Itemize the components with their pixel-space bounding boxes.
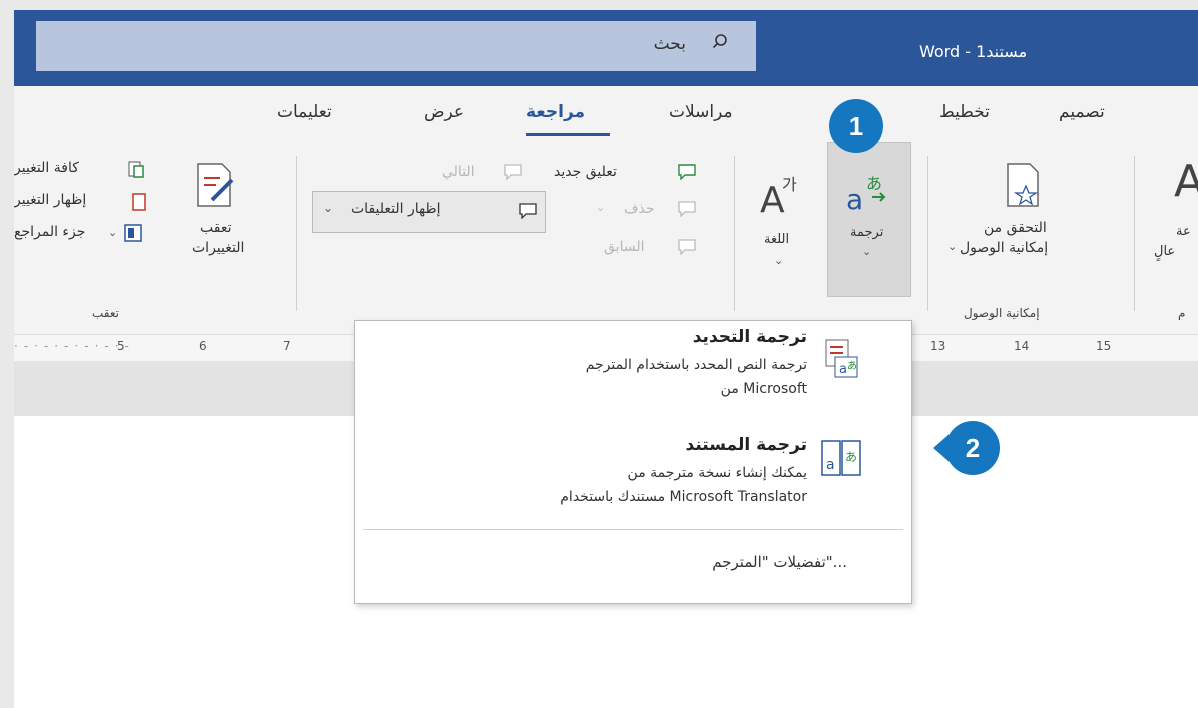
- previous-comment-icon: [678, 239, 696, 255]
- translate-dropdown-menu: a あ ترجمة التحديد ترجمة النص المحدد باست…: [354, 320, 912, 604]
- translate-button[interactable]: a あ ترجمة ⌄: [827, 142, 911, 297]
- translate-document-desc-1: يمكنك إنشاء نسخة مترجمة من: [627, 465, 807, 481]
- ruler-number: 15: [1096, 339, 1112, 353]
- callout-number: 1: [848, 111, 864, 141]
- svg-text:あ: あ: [866, 174, 882, 193]
- track-changes-label-1[interactable]: تعقب: [200, 220, 231, 236]
- group-separator: [927, 156, 928, 311]
- delete-comment-label[interactable]: حذف: [624, 201, 655, 217]
- translate-document-icon: a あ: [821, 440, 861, 476]
- translate-selection-desc-1: ترجمة النص المحدد باستخدام المترجم: [585, 357, 807, 373]
- translator-preferences-item[interactable]: تفضيلات "المترجم"...: [355, 533, 911, 593]
- next-comment-icon: [504, 164, 522, 180]
- word-window: بحث Word - 1مستند تعليمات عرض مراجعة مرا…: [14, 10, 1198, 708]
- ribbon-tabs: تعليمات عرض مراجعة مراسلات تخطيط تصميم: [14, 86, 1198, 146]
- edge-label-2: عالٍ: [1154, 244, 1176, 259]
- svg-text:a: a: [826, 457, 835, 473]
- track-changes-label-2[interactable]: التغييرات: [192, 240, 244, 256]
- accept-all-label[interactable]: كافة التغيير: [14, 160, 79, 176]
- ruler-number: 5: [117, 339, 125, 353]
- callout-step-1: 1: [829, 99, 883, 153]
- tab-design[interactable]: تصميم: [1059, 102, 1105, 122]
- show-markup-icon: [132, 193, 146, 211]
- ruler-number: 13: [930, 339, 946, 353]
- language-label: اللغة: [764, 232, 790, 247]
- comment-icon: [519, 203, 537, 219]
- svg-text:가: 가: [782, 175, 797, 194]
- new-comment-icon: [678, 164, 696, 180]
- active-tab-indicator: [526, 133, 610, 136]
- svg-text:あ: あ: [845, 450, 857, 464]
- callout-number: 2: [965, 433, 981, 463]
- insights-icon: A: [1174, 156, 1198, 207]
- chevron-down-icon: ⌄: [862, 245, 872, 258]
- ruler-number: 7: [283, 339, 291, 353]
- translate-document-title: ترجمة المستند: [685, 435, 807, 455]
- translate-selection-desc-2: من Microsoft: [720, 381, 807, 397]
- group-separator: [296, 156, 297, 311]
- translate-document-desc-2: مستندك باستخدام Microsoft Translator: [560, 489, 807, 505]
- tab-layout[interactable]: تخطيط: [939, 102, 990, 122]
- check-accessibility-label-2[interactable]: إمكانية الوصول: [960, 240, 1048, 256]
- callout-step-2: 2: [946, 421, 1000, 475]
- ruler-number: 6: [199, 339, 207, 353]
- accessibility-check-icon: [1007, 163, 1039, 207]
- svg-text:a: a: [839, 362, 847, 377]
- chevron-down-icon[interactable]: ⌄: [948, 240, 957, 253]
- search-box[interactable]: بحث: [36, 21, 756, 71]
- delete-comment-icon: [678, 201, 696, 217]
- translate-selection-title: ترجمة التحديد: [692, 327, 807, 347]
- search-label: بحث: [653, 34, 686, 54]
- language-button[interactable]: A 가 اللغة ⌄: [752, 156, 812, 286]
- svg-text:あ: あ: [847, 360, 857, 372]
- show-comments-label: إظهار التعليقات: [351, 201, 441, 217]
- title-bar: بحث Word - 1مستند: [14, 10, 1198, 86]
- new-comment-label[interactable]: تعليق جديد: [554, 164, 617, 180]
- delete-dropdown-icon[interactable]: ⌄: [596, 201, 605, 214]
- edge-group-label: م: [1178, 306, 1186, 320]
- next-comment-label[interactable]: التالي: [442, 164, 475, 180]
- review-pane-label[interactable]: جزء المراجع: [14, 224, 85, 240]
- translate-selection-icon: a あ: [825, 339, 858, 378]
- accessibility-group-label: إمكانية الوصول: [964, 306, 1040, 320]
- review-pane-icon: [124, 224, 142, 242]
- track-changes-icon: [197, 163, 234, 207]
- ruler-number: 14: [1014, 339, 1030, 353]
- menu-separator: [363, 529, 903, 530]
- edge-label-1: عة: [1176, 224, 1191, 239]
- search-icon: [712, 34, 727, 49]
- group-separator: [734, 156, 735, 311]
- previous-comment-label[interactable]: السابق: [604, 239, 644, 255]
- translate-label: ترجمة: [850, 225, 884, 240]
- group-separator: [1134, 156, 1135, 311]
- translator-preferences-label: تفضيلات "المترجم"...: [712, 553, 847, 571]
- chevron-down-icon: ⌄: [323, 201, 334, 215]
- translate-selection-item[interactable]: a あ ترجمة التحديد ترجمة النص المحدد باست…: [355, 321, 911, 423]
- tracking-group-label: تعقب: [92, 306, 119, 320]
- language-icon: A 가: [760, 175, 797, 216]
- accept-all-icon: [128, 161, 144, 178]
- check-accessibility-label-1[interactable]: التحقق من: [984, 220, 1047, 236]
- tab-mailings[interactable]: مراسلات: [669, 102, 733, 122]
- translate-icon: a あ: [846, 174, 886, 213]
- tab-review[interactable]: مراجعة: [526, 102, 585, 122]
- show-changes-label[interactable]: إظهار التغيير: [14, 192, 86, 208]
- chevron-down-icon: ⌄: [774, 254, 784, 267]
- svg-text:a: a: [846, 183, 863, 213]
- review-pane-dropdown-icon[interactable]: ⌄: [108, 226, 117, 239]
- show-comments-dropdown[interactable]: ⌄ إظهار التعليقات: [312, 191, 546, 233]
- document-title: Word - 1مستند: [919, 42, 1028, 61]
- ribbon-body: كافة التغيير إظهار التغيير جزء المراجع ⌄…: [14, 146, 1198, 334]
- tab-view[interactable]: عرض: [424, 102, 464, 122]
- tab-help[interactable]: تعليمات: [277, 102, 332, 122]
- translate-document-item[interactable]: a あ ترجمة المستند يمكنك إنشاء نسخة مترجم…: [355, 425, 911, 529]
